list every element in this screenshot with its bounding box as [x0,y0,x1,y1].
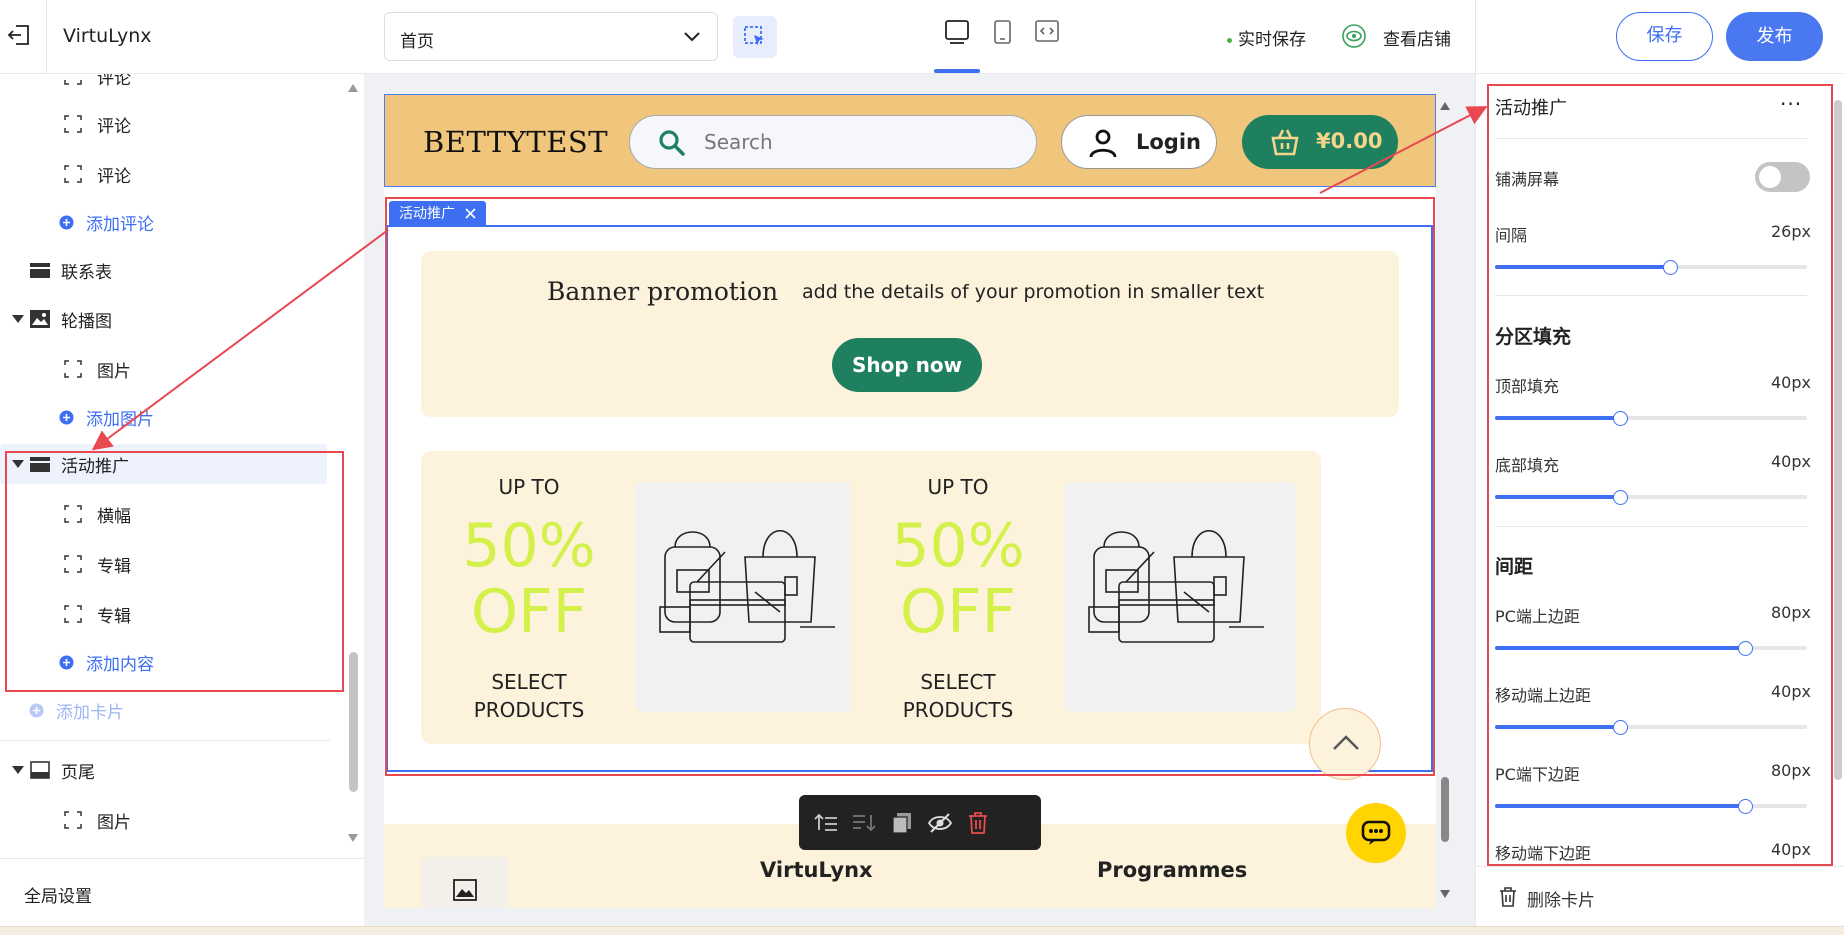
annotation-arrows [91,106,1488,451]
bottom-strip [0,926,1844,935]
